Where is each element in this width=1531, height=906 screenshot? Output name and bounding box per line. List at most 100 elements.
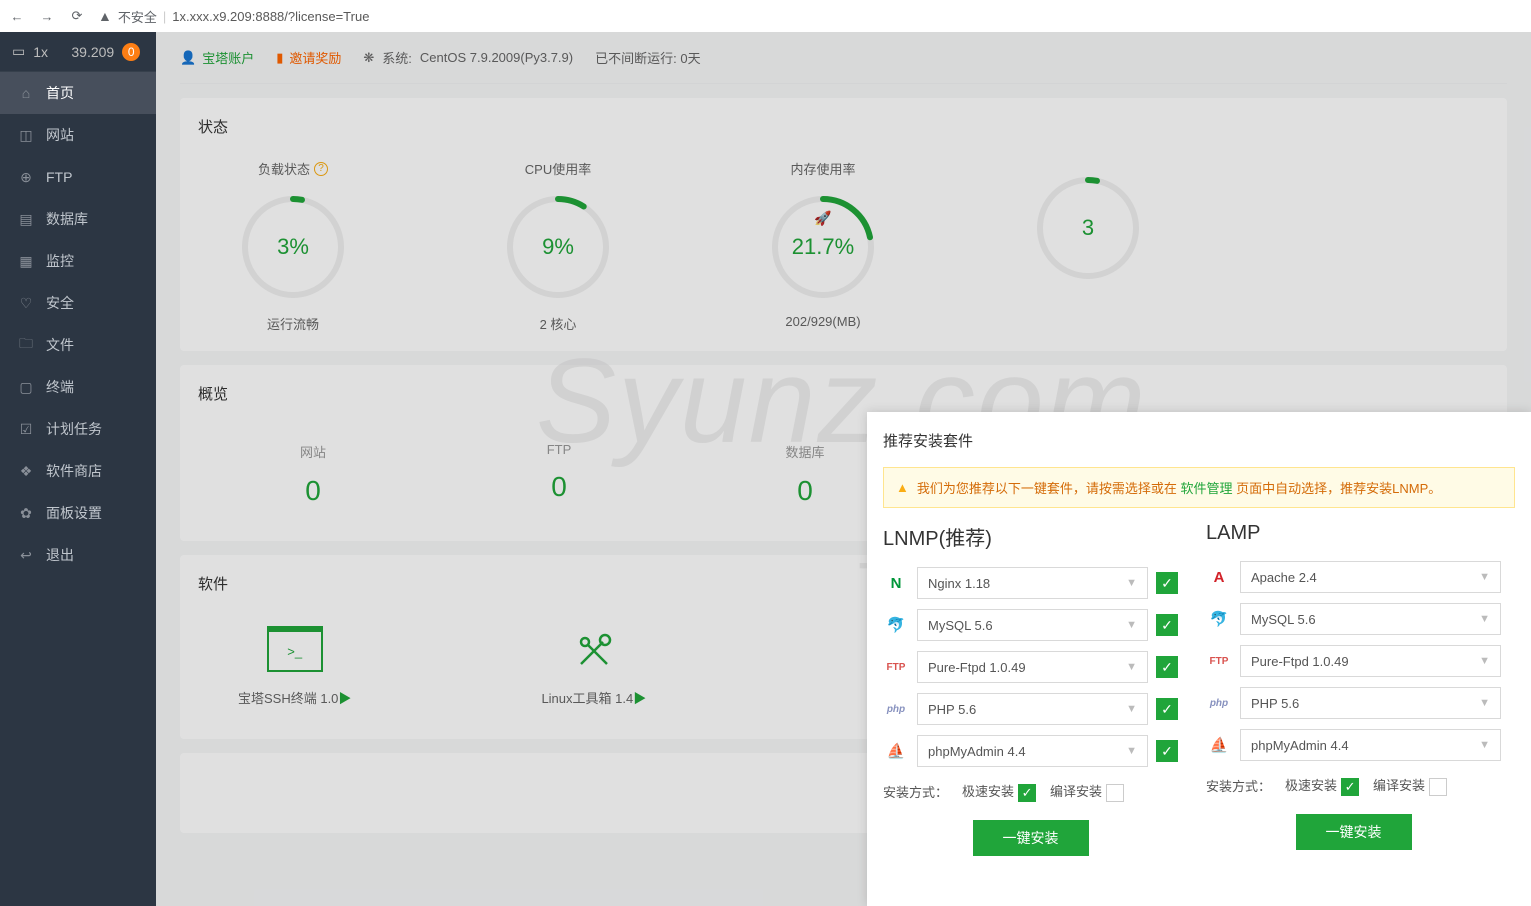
gauge-subtitle: 运行流畅 [238,314,348,333]
insecure-label: 不安全 [118,7,157,26]
stack-name: LNMP(推荐) [883,522,1178,551]
checkbox-icon [1106,784,1124,802]
package-select[interactable]: MySQL 5.6▼ [917,609,1148,641]
package-icon: 🐬 [883,613,909,637]
package-checkbox[interactable]: ✓ [1156,572,1178,594]
mode-fast[interactable]: 极速安装✓ [962,781,1036,802]
sidebar-item-label: 数据库 [46,209,88,229]
software-item-1[interactable]: Linux工具箱 1.4▶ [541,630,646,707]
sidebar-item-3[interactable]: ▤数据库 [0,198,156,240]
sidebar-item-label: 终端 [46,377,74,397]
chevron-down-icon: ▼ [1479,655,1490,667]
package-checkbox[interactable]: ✓ [1156,614,1178,636]
sidebar-item-9[interactable]: ❖软件商店 [0,450,156,492]
gear-icon: ❋ [363,50,374,66]
system-info: ❋ 系统: CentOS 7.9.2009(Py3.7.9) [363,48,573,67]
software-item-0[interactable]: >_宝塔SSH终端 1.0▶ [238,630,351,707]
software-manage-link[interactable]: 软件管理 [1181,481,1233,496]
sidebar-item-0[interactable]: ⌂首页 [0,72,156,114]
package-row-1-0: A Apache 2.4▼ [1206,561,1501,593]
overview-title: 概览 [198,383,1489,404]
sidebar-item-10[interactable]: ✿面板设置 [0,492,156,534]
sidebar-item-11[interactable]: ↩退出 [0,534,156,576]
user-icon: 👤 [180,50,196,66]
status-card: 状态 负载状态 ? 3% 运行流畅CPU使用率 9% 2 核心内存使用率 🚀21… [180,98,1507,351]
sidebar-item-4[interactable]: ▦监控 [0,240,156,282]
package-select[interactable]: PHP 5.6▼ [917,693,1148,725]
gauge-1[interactable]: CPU使用率 9% 2 核心 [503,159,613,333]
modal-tip: ▲ 我们为您推荐以下一键套件，请按需选择或在 软件管理 页面中自动选择，推荐安装… [883,467,1515,508]
package-row-0-4: ⛵ phpMyAdmin 4.4▼ ✓ [883,735,1178,767]
sidebar-item-6[interactable]: 🗀文件 [0,324,156,366]
install-button[interactable]: 一键安装 [973,820,1089,856]
package-select[interactable]: phpMyAdmin 4.4▼ [1240,729,1501,761]
package-row-1-4: ⛵ phpMyAdmin 4.4▼ [1206,729,1501,761]
package-select[interactable]: PHP 5.6▼ [1240,687,1501,719]
package-icon: FTP [883,655,909,679]
package-icon: ⛵ [1206,733,1232,757]
gauge-subtitle: 202/929(MB) [768,314,878,329]
package-checkbox[interactable]: ✓ [1156,656,1178,678]
sidebar-icon: ⌂ [18,85,34,101]
chevron-down-icon: ▼ [1126,577,1137,589]
gauge-label: CPU使用率 [503,159,613,178]
package-select[interactable]: Apache 2.4▼ [1240,561,1501,593]
sidebar-item-8[interactable]: ☑计划任务 [0,408,156,450]
sidebar-icon: ✿ [18,505,34,522]
panel-account-link[interactable]: 👤 宝塔账户 [180,48,254,67]
sidebar-icon: ⊕ [18,169,34,186]
gauge-value: 9% [503,192,613,302]
insecure-icon: ▲ [98,8,112,24]
play-icon: ▶ [633,691,646,706]
sidebar-item-label: 监控 [46,251,74,271]
package-icon: FTP [1206,649,1232,673]
checkbox-icon: ✓ [1341,778,1359,796]
sidebar-item-label: FTP [46,169,72,185]
sidebar-item-5[interactable]: ♡安全 [0,282,156,324]
package-checkbox[interactable]: ✓ [1156,698,1178,720]
stack-name: LAMP [1206,522,1501,545]
forward-button[interactable]: → [38,7,56,25]
install-modal: 推荐安装套件 ▲ 我们为您推荐以下一键套件，请按需选择或在 软件管理 页面中自动… [867,412,1531,906]
play-icon: ▶ [338,691,351,706]
overview-cell-1[interactable]: FTP0 [444,426,674,523]
install-button[interactable]: 一键安装 [1296,814,1412,850]
sidebar-item-1[interactable]: ◫网站 [0,114,156,156]
mode-compile[interactable]: 编译安装 [1373,775,1447,796]
package-row-0-3: php PHP 5.6▼ ✓ [883,693,1178,725]
package-select[interactable]: Pure-Ftpd 1.0.49▼ [1240,645,1501,677]
package-row-0-0: N Nginx 1.18▼ ✓ [883,567,1178,599]
gauge-2[interactable]: 内存使用率 🚀21.7% 202/929(MB) [768,159,878,333]
package-select[interactable]: Nginx 1.18▼ [917,567,1148,599]
chevron-down-icon: ▼ [1479,571,1490,583]
package-icon: N [883,571,909,595]
sidebar-item-label: 网站 [46,125,74,145]
package-icon: ⛵ [883,739,909,763]
reload-button[interactable]: ⟳ [68,7,86,25]
package-select[interactable]: MySQL 5.6▼ [1240,603,1501,635]
package-select[interactable]: phpMyAdmin 4.4▼ [917,735,1148,767]
sidebar-item-label: 软件商店 [46,461,102,481]
package-row-1-2: FTP Pure-Ftpd 1.0.49▼ [1206,645,1501,677]
back-button[interactable]: ← [8,7,26,25]
sidebar: ▭ 1x 39.209 0 ⌂首页◫网站⊕FTP▤数据库▦监控♡安全🗀文件▢终端… [0,32,156,906]
sidebar-item-7[interactable]: ▢终端 [0,366,156,408]
sidebar-item-2[interactable]: ⊕ FTP [0,156,156,198]
top-bar: 👤 宝塔账户 ▮ 邀请奖励 ❋ 系统: CentOS 7.9.2009(Py3.… [180,32,1507,84]
package-select[interactable]: Pure-Ftpd 1.0.49▼ [917,651,1148,683]
sidebar-icon: ↩ [18,547,34,564]
install-mode: 安装方式： 极速安装✓ 编译安装 [1206,775,1501,796]
package-checkbox[interactable]: ✓ [1156,740,1178,762]
alert-badge[interactable]: 0 [122,43,140,61]
mode-fast[interactable]: 极速安装✓ [1285,775,1359,796]
mode-compile[interactable]: 编译安装 [1050,781,1124,802]
address-bar[interactable]: ▲ 不安全 | 1x.xxx.x9.209:8888/?license=True [98,7,369,26]
package-icon: php [1206,691,1232,715]
invite-link[interactable]: ▮ 邀请奖励 [276,48,341,67]
gauge-0[interactable]: 负载状态 ? 3% 运行流畅 [238,159,348,333]
help-icon[interactable]: ? [314,162,328,176]
stack-0: LNMP(推荐) N Nginx 1.18▼ ✓ 🐬 MySQL 5.6▼ ✓ … [883,522,1178,856]
package-row-0-1: 🐬 MySQL 5.6▼ ✓ [883,609,1178,641]
overview-cell-0[interactable]: 网站0 [198,426,428,523]
gauge-3[interactable]: 3 [1033,159,1143,333]
